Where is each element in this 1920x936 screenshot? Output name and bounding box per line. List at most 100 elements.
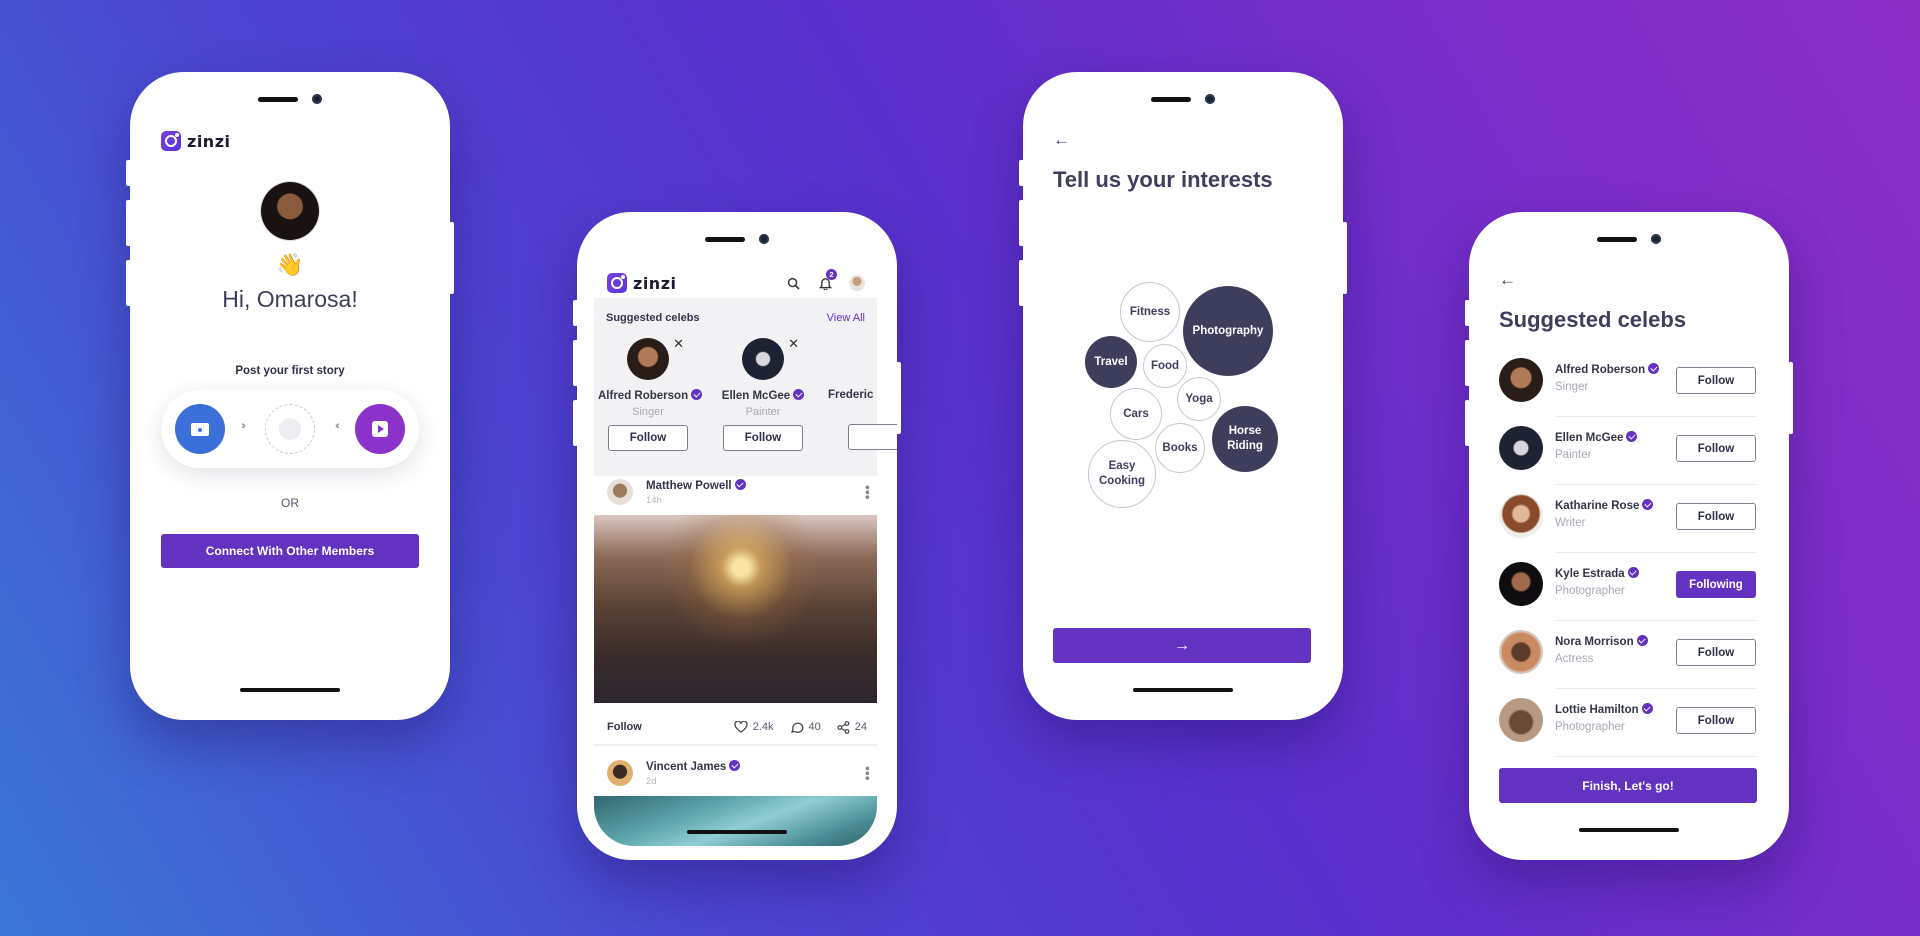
celeb-name: Lottie Hamilton	[1555, 703, 1653, 716]
follow-button[interactable]: Follow	[723, 425, 803, 451]
row-divider	[1555, 755, 1757, 757]
camera-button[interactable]	[175, 404, 225, 454]
celeb-card-partial: Frederic	[828, 338, 897, 450]
post-image[interactable]	[594, 796, 877, 846]
interest-horse-riding[interactable]: Horse Riding	[1212, 406, 1278, 472]
or-separator: OR	[281, 496, 299, 510]
like-button[interactable]: 2.4k	[734, 721, 774, 733]
follow-button[interactable]: Follow	[608, 425, 688, 451]
celeb-row: Kyle Estrada Photographer Following	[1499, 552, 1757, 621]
phone-notch	[258, 94, 322, 104]
celeb-avatar	[742, 338, 784, 380]
follow-button[interactable]: Follow	[1676, 639, 1756, 666]
interest-yoga[interactable]: Yoga	[1177, 377, 1221, 421]
finish-button[interactable]: Finish, Let's go!	[1499, 768, 1757, 803]
interest-cars[interactable]: Cars	[1110, 388, 1162, 440]
following-button[interactable]: Following	[1676, 571, 1756, 598]
profile-avatar	[849, 275, 865, 291]
post-image[interactable]	[594, 515, 877, 703]
chevrons-right-icon: ›››	[241, 420, 246, 432]
app-header: zinzi 2	[607, 269, 867, 294]
story-prompt: Post your first story	[235, 365, 345, 377]
follow-button[interactable]: Follow	[1676, 503, 1756, 530]
logo-icon	[161, 131, 181, 151]
celeb-name: Alfred Roberson	[1555, 363, 1660, 376]
video-button[interactable]	[355, 404, 405, 454]
notification-badge: 2	[826, 269, 837, 280]
post-time: 14h	[646, 494, 662, 506]
celeb-role: Photographer	[1555, 585, 1625, 597]
dismiss-icon[interactable]: ✕	[788, 336, 799, 352]
more-options-icon[interactable]: •••	[860, 485, 876, 500]
follow-button[interactable]	[848, 424, 897, 450]
phone-welcome-screen: zinzi 👋 Hi, Omarosa! Post your first sto…	[126, 72, 454, 720]
view-all-link[interactable]: View All	[827, 312, 865, 324]
search-button[interactable]	[783, 273, 803, 293]
zinzi-logo: zinzi	[161, 131, 230, 151]
verified-icon	[729, 759, 741, 771]
celeb-avatar	[627, 338, 669, 380]
celeb-avatar	[1499, 630, 1543, 674]
zinzi-logo[interactable]: zinzi	[607, 273, 771, 293]
verified-icon	[793, 389, 805, 400]
phone-celebs-screen: ← Suggested celebs Alfred Roberson Singe…	[1465, 212, 1793, 860]
interest-fitness[interactable]: Fitness	[1120, 282, 1180, 342]
phone-notch	[1151, 94, 1215, 104]
phone-notch	[1597, 234, 1661, 244]
celeb-role: Painter	[745, 406, 781, 418]
celeb-row: Nora Morrison Actress Follow	[1499, 620, 1757, 689]
more-options-icon[interactable]: •••	[860, 766, 876, 781]
follow-button[interactable]: Follow	[1676, 707, 1756, 734]
phone-interests-screen: ← Tell us your interests Fitness Photogr…	[1019, 72, 1347, 720]
home-indicator	[687, 830, 787, 834]
interest-travel[interactable]: Travel	[1085, 336, 1137, 388]
follow-button[interactable]: Follow	[1676, 367, 1756, 394]
celeb-avatar	[1499, 358, 1543, 402]
interest-books[interactable]: Books	[1155, 423, 1205, 473]
video-icon	[372, 421, 388, 437]
suggested-celebs-panel: Suggested celebs View All ✕ Alfred Rober…	[594, 298, 897, 476]
chevrons-left-icon: ‹‹‹	[335, 420, 340, 432]
like-count: 2.4k	[752, 721, 774, 733]
author-name[interactable]: Matthew Powell	[646, 478, 746, 492]
comment-icon	[790, 722, 803, 733]
celeb-role: Singer	[632, 406, 664, 418]
back-arrow-icon[interactable]: ←	[1499, 270, 1516, 290]
share-button[interactable]: 24	[837, 720, 867, 734]
follow-button[interactable]: Follow	[1676, 435, 1756, 462]
follow-link[interactable]: Follow	[607, 721, 718, 733]
author-avatar[interactable]	[607, 479, 633, 505]
suggested-title: Suggested celebs	[606, 312, 700, 324]
notifications-button[interactable]: 2	[815, 269, 837, 293]
verified-icon	[734, 478, 746, 490]
camera-icon	[191, 422, 209, 436]
author-name[interactable]: Vincent James	[646, 759, 741, 773]
verified-icon	[691, 389, 703, 400]
connect-members-button[interactable]: Connect With Other Members	[161, 534, 419, 568]
interest-photography[interactable]: Photography	[1183, 286, 1273, 376]
waving-hand-icon: 👋	[276, 252, 304, 277]
post-actions: Follow 2.4k 40 24	[607, 717, 867, 737]
story-drop-target[interactable]	[265, 404, 315, 454]
interest-easy-cooking[interactable]: Easy Cooking	[1088, 440, 1156, 508]
verified-icon	[1642, 499, 1654, 510]
dismiss-icon[interactable]: ✕	[673, 336, 684, 352]
celeb-row: Katharine Rose Writer Follow	[1499, 484, 1757, 553]
author-avatar[interactable]	[607, 760, 633, 786]
user-avatar	[261, 182, 319, 240]
profile-button[interactable]	[847, 273, 867, 293]
celeb-row: Ellen McGee Painter Follow	[1499, 416, 1757, 485]
phone-notch	[705, 234, 769, 244]
verified-icon	[1626, 431, 1638, 442]
celeb-role: Singer	[1555, 381, 1589, 393]
celeb-role: Writer	[1555, 517, 1586, 529]
arrow-right-icon: →	[1174, 636, 1190, 654]
logo-icon	[607, 273, 627, 293]
interest-food[interactable]: Food	[1143, 344, 1187, 388]
back-arrow-icon[interactable]: ←	[1053, 130, 1070, 150]
phone-feed-screen: zinzi 2 Suggested celebs View All ✕ Alfr…	[573, 212, 901, 860]
comment-button[interactable]: 40	[790, 721, 821, 734]
next-button[interactable]: →	[1053, 628, 1311, 663]
verified-icon	[1627, 567, 1639, 578]
verified-icon	[1648, 363, 1660, 374]
